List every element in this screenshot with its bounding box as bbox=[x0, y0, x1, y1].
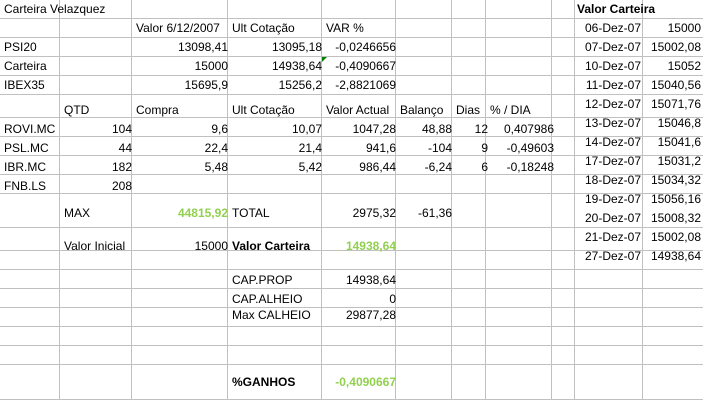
grid-col-line bbox=[451, 0, 452, 400]
grid-col-line bbox=[485, 0, 486, 400]
pos-valor-psl[interactable]: 941,6 bbox=[322, 139, 398, 158]
cap-prop-label[interactable]: CAP.PROP bbox=[230, 271, 324, 290]
pos-header-pct-dia[interactable]: % / DIA bbox=[488, 101, 556, 120]
pos-qtd-psl[interactable]: 44 bbox=[62, 139, 134, 158]
history-value[interactable]: 15008,32 bbox=[643, 209, 703, 228]
header-var[interactable]: VAR % bbox=[324, 19, 400, 38]
pos-header-balanco[interactable]: Balanço bbox=[398, 101, 454, 120]
history-value[interactable]: 14938,64 bbox=[643, 247, 703, 266]
history-value[interactable]: 15071,76 bbox=[643, 95, 703, 114]
index-name-carteira[interactable]: Carteira bbox=[2, 57, 62, 76]
index-ult-psi20[interactable]: 13095,18 bbox=[230, 38, 324, 57]
grid-row-line bbox=[0, 326, 703, 327]
pos-valor-rovi[interactable]: 1047,28 bbox=[322, 120, 398, 139]
cap-prop-value[interactable]: 14938,64 bbox=[322, 271, 398, 290]
total-value[interactable]: 2975,32 bbox=[322, 204, 398, 223]
index-var-carteira[interactable]: -0,4090667 bbox=[322, 57, 398, 76]
grid-col-line bbox=[131, 0, 132, 400]
pos-pct-ibr[interactable]: -0,18248 bbox=[488, 158, 556, 177]
pos-compra-psl[interactable]: 22,4 bbox=[134, 139, 230, 158]
history-date[interactable]: 12-Dez-07 bbox=[575, 95, 643, 114]
pos-header-compra[interactable]: Compra bbox=[134, 101, 230, 120]
pos-dias-rovi[interactable]: 12 bbox=[454, 120, 490, 139]
history-date[interactable]: 10-Dez-07 bbox=[575, 57, 643, 76]
index-name-psi20[interactable]: PSI20 bbox=[2, 38, 62, 57]
history-value[interactable]: 15052 bbox=[643, 57, 703, 76]
history-date[interactable]: 17-Dez-07 bbox=[575, 152, 643, 171]
valor-carteira-label[interactable]: Valor Carteira bbox=[230, 237, 326, 256]
pos-ult-psl[interactable]: 21,4 bbox=[230, 139, 324, 158]
pos-header-dias[interactable]: Dias bbox=[454, 101, 492, 120]
valor-carteira-value[interactable]: 14938,64 bbox=[322, 237, 398, 256]
pos-qtd-ibr[interactable]: 182 bbox=[62, 158, 134, 177]
history-value[interactable]: 15034,32 bbox=[643, 171, 703, 190]
history-date[interactable]: 21-Dez-07 bbox=[575, 228, 643, 247]
pos-header-valor-actual[interactable]: Valor Actual bbox=[324, 101, 400, 120]
pos-compra-rovi[interactable]: 9,6 bbox=[134, 120, 230, 139]
grid-row-line bbox=[0, 345, 703, 346]
pos-dias-ibr[interactable]: 6 bbox=[454, 158, 490, 177]
history-date[interactable]: 20-Dez-07 bbox=[575, 209, 643, 228]
index-var-psi20[interactable]: -0,0246656 bbox=[322, 38, 398, 57]
history-value[interactable]: 15002,08 bbox=[643, 228, 703, 247]
pos-qtd-fnb[interactable]: 208 bbox=[62, 177, 134, 196]
index-var-ibex35[interactable]: -2,8821069 bbox=[322, 76, 398, 95]
grid-row-line bbox=[0, 269, 703, 270]
pos-ticker-rovi[interactable]: ROVI.MC bbox=[2, 120, 62, 139]
pos-qtd-rovi[interactable]: 104 bbox=[62, 120, 134, 139]
pos-header-ult[interactable]: Ult Cotação bbox=[230, 101, 324, 120]
history-date[interactable]: 18-Dez-07 bbox=[575, 171, 643, 190]
pos-ult-rovi[interactable]: 10,07 bbox=[230, 120, 324, 139]
history-date[interactable]: 07-Dez-07 bbox=[575, 38, 643, 57]
valor-inicial-value[interactable]: 15000 bbox=[134, 237, 230, 256]
total-label[interactable]: TOTAL bbox=[230, 204, 324, 223]
history-value[interactable]: 15041,6 bbox=[643, 133, 703, 152]
index-valor-ibex35[interactable]: 15695,9 bbox=[134, 76, 230, 95]
pos-compra-ibr[interactable]: 5,48 bbox=[134, 158, 230, 177]
pos-dias-psl[interactable]: 9 bbox=[454, 139, 490, 158]
balanco-total[interactable]: -61,36 bbox=[398, 204, 454, 223]
index-ult-carteira[interactable]: 14938,64 bbox=[230, 57, 324, 76]
history-date[interactable]: 14-Dez-07 bbox=[575, 133, 643, 152]
history-date[interactable]: 19-Dez-07 bbox=[575, 190, 643, 209]
index-name-ibex35[interactable]: IBEX35 bbox=[2, 76, 62, 95]
sheet-title[interactable]: Carteira Velazquez bbox=[2, 0, 136, 19]
history-date[interactable]: 27-Dez-07 bbox=[575, 247, 643, 266]
valor-inicial-label[interactable]: Valor Inicial bbox=[62, 237, 134, 256]
history-date[interactable]: 11-Dez-07 bbox=[575, 76, 643, 95]
pos-ticker-fnb[interactable]: FNB.LS bbox=[2, 177, 62, 196]
max-calheio-label[interactable]: Max CALHEIO bbox=[230, 306, 326, 325]
pos-header-qtd[interactable]: QTD bbox=[62, 101, 134, 120]
pos-pct-rovi[interactable]: 0,407986 bbox=[488, 120, 556, 139]
max-calheio-value[interactable]: 29877,28 bbox=[322, 306, 398, 325]
index-ult-ibex35[interactable]: 15256,2 bbox=[230, 76, 324, 95]
pos-valor-ibr[interactable]: 986,44 bbox=[322, 158, 398, 177]
pos-balanco-psl[interactable]: -104 bbox=[398, 139, 454, 158]
history-value[interactable]: 15031,2 bbox=[643, 152, 703, 171]
pos-balanco-rovi[interactable]: 48,88 bbox=[398, 120, 454, 139]
history-value[interactable]: 15000 bbox=[643, 19, 703, 38]
history-value[interactable]: 15046,8 bbox=[643, 114, 703, 133]
pos-pct-psl[interactable]: -0,49603 bbox=[488, 139, 556, 158]
grid-col-line bbox=[551, 0, 552, 400]
history-value[interactable]: 15040,56 bbox=[643, 76, 703, 95]
history-date[interactable]: 06-Dez-07 bbox=[575, 19, 643, 38]
pos-balanco-ibr[interactable]: -6,24 bbox=[398, 158, 454, 177]
pos-ult-ibr[interactable]: 5,42 bbox=[230, 158, 324, 177]
side-title[interactable]: Valor Carteira bbox=[575, 0, 703, 19]
header-valor-date[interactable]: Valor 6/12/2007 bbox=[134, 19, 232, 38]
history-value[interactable]: 15056,16 bbox=[643, 190, 703, 209]
ganhos-label[interactable]: %GANHOS bbox=[230, 373, 324, 392]
pos-ticker-ibr[interactable]: IBR.MC bbox=[2, 158, 62, 177]
max-label[interactable]: MAX bbox=[62, 204, 134, 223]
header-ult-cotacao[interactable]: Ult Cotação bbox=[230, 19, 326, 38]
max-value[interactable]: 44815,92 bbox=[134, 204, 230, 223]
history-date[interactable]: 13-Dez-07 bbox=[575, 114, 643, 133]
history-value[interactable]: 15002,08 bbox=[643, 38, 703, 57]
index-valor-carteira[interactable]: 15000 bbox=[134, 57, 230, 76]
index-valor-psi20[interactable]: 13098,41 bbox=[134, 38, 230, 57]
grid-row-line bbox=[0, 364, 703, 365]
ganhos-value[interactable]: -0,4090667 bbox=[322, 373, 398, 392]
pos-ticker-psl[interactable]: PSL.MC bbox=[2, 139, 62, 158]
